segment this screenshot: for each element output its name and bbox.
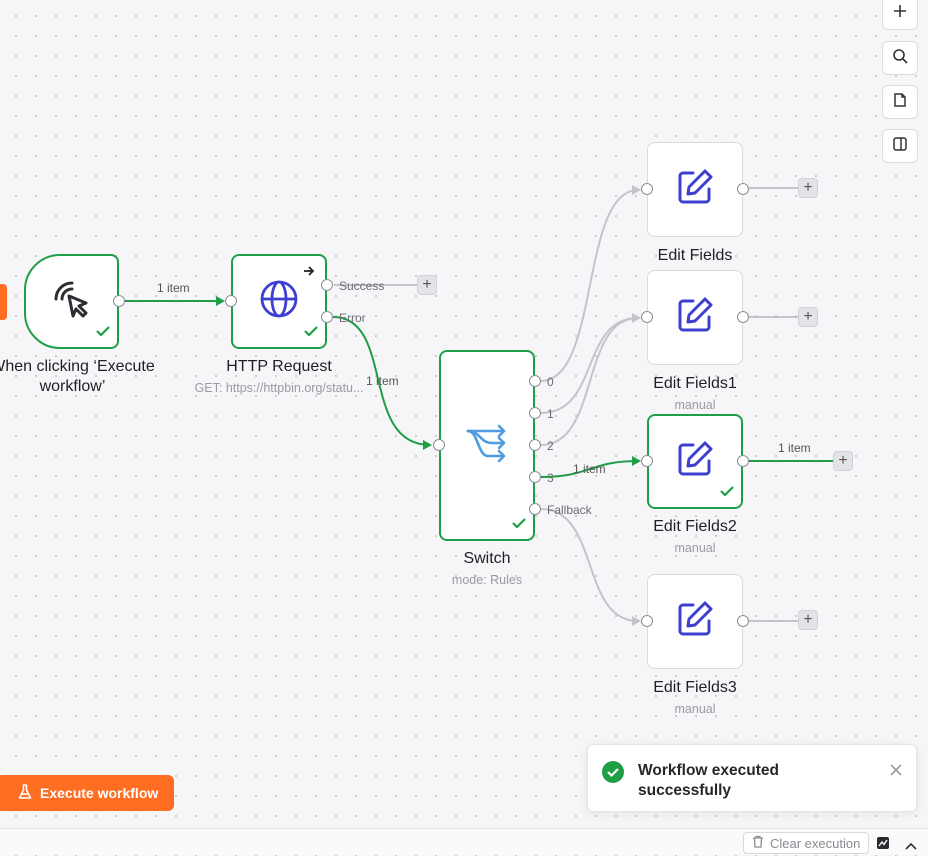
edge-arrow	[423, 440, 432, 450]
edge-arrow	[632, 313, 641, 323]
execute-workflow-button[interactable]: Execute workflow	[0, 775, 175, 811]
switch-output-2-label: 2	[547, 439, 554, 453]
image-export-icon[interactable]	[876, 836, 890, 855]
flask-icon	[18, 783, 32, 803]
trigger-output-handle[interactable]	[113, 295, 125, 307]
edge-arrow	[216, 296, 225, 306]
http-output-error-label: Error	[339, 311, 366, 325]
edit-fields3-output-handle[interactable]	[737, 615, 749, 627]
add-sticky-note-button[interactable]	[882, 85, 918, 119]
edit-fields3-label: Edit Fields3	[653, 679, 737, 696]
toggle-panel-button[interactable]	[882, 129, 918, 163]
add-node-button[interactable]: +	[833, 451, 853, 471]
search-icon	[892, 48, 908, 69]
switch-output-fallback-label: Fallback	[547, 503, 592, 517]
globe-icon	[259, 279, 299, 324]
execute-workflow-label: Execute workflow	[40, 785, 159, 801]
http-error-handle[interactable]	[321, 311, 333, 323]
success-check-icon	[303, 324, 319, 343]
edit-fields3-subtitle: manual	[674, 702, 716, 716]
edge-arrow	[632, 616, 641, 626]
edge-arrow	[632, 185, 641, 195]
switch-output-3-handle[interactable]	[529, 471, 541, 483]
edge-switch-0	[540, 189, 639, 382]
edit-fields2-node[interactable]	[647, 414, 743, 509]
success-check-icon	[719, 484, 735, 503]
edit-fields1-node[interactable]	[647, 270, 743, 365]
switch-output-0-label: 0	[547, 375, 554, 389]
switch-branch-icon	[464, 423, 510, 468]
arrow-right-icon	[303, 264, 315, 282]
edit-fields3-input-handle[interactable]	[641, 615, 653, 627]
trigger-node[interactable]	[24, 254, 119, 349]
add-node-button[interactable]: +	[417, 275, 437, 295]
switch-label: Switch	[463, 550, 511, 567]
switch-output-fallback-handle[interactable]	[529, 503, 541, 515]
success-check-icon	[95, 324, 111, 343]
trash-icon	[752, 835, 764, 851]
edge-switch-1	[540, 317, 639, 414]
cursor-click-icon	[50, 277, 94, 326]
panel-icon	[892, 136, 908, 157]
edge-switch-2	[540, 317, 639, 446]
edit-pen-icon	[675, 167, 715, 212]
edit-fields-output-handle[interactable]	[737, 183, 749, 195]
edit-fields1-subtitle: manual	[674, 398, 716, 412]
switch-output-1-handle[interactable]	[529, 407, 541, 419]
http-request-label: HTTP Request	[226, 358, 332, 375]
edit-fields-node[interactable]	[647, 142, 743, 237]
edit-fields1-output-handle[interactable]	[737, 311, 749, 323]
switch-subtitle: mode: Rules	[451, 573, 523, 587]
clear-execution-button[interactable]: Clear execution	[743, 832, 870, 854]
edge-item-count: 1 item	[366, 374, 399, 388]
switch-input-handle[interactable]	[433, 439, 445, 451]
sticky-note-icon	[892, 92, 908, 113]
close-icon[interactable]	[890, 763, 902, 781]
edge-arrow	[632, 456, 641, 466]
edit-fields1-label: Edit Fields1	[653, 375, 737, 392]
edit-fields-label: Edit Fields	[657, 247, 733, 264]
switch-output-0-handle[interactable]	[529, 375, 541, 387]
http-request-subtitle: GET: https://httpbin.org/statu...	[194, 381, 364, 395]
success-circle-icon	[602, 761, 624, 788]
edit-fields1-input-handle[interactable]	[641, 311, 653, 323]
add-node-button[interactable]: +	[798, 178, 818, 198]
search-nodes-button[interactable]	[882, 41, 918, 75]
http-success-handle[interactable]	[321, 279, 333, 291]
trigger-node-label: When clicking ‘Execute workflow’	[0, 358, 155, 395]
edge-switch-fallback	[540, 508, 639, 622]
switch-output-3-label: 3	[547, 471, 554, 485]
success-check-icon	[511, 516, 527, 535]
http-request-node[interactable]	[231, 254, 327, 349]
toast-message: Workflow executed successfully	[638, 762, 779, 799]
plus-icon	[893, 4, 907, 23]
edge-item-count: 1 item	[573, 462, 606, 476]
edit-fields2-label: Edit Fields2	[653, 518, 737, 535]
switch-node[interactable]	[439, 350, 535, 541]
panel-handle[interactable]	[0, 284, 7, 320]
http-input-handle[interactable]	[225, 295, 237, 307]
clear-execution-label: Clear execution	[770, 835, 861, 851]
edge-item-count: 1 item	[157, 281, 190, 295]
edit-pen-icon	[675, 295, 715, 340]
edit-pen-icon	[675, 599, 715, 644]
edit-fields2-subtitle: manual	[674, 541, 716, 555]
switch-output-1-label: 1	[547, 407, 554, 421]
http-output-success-label: Success	[339, 279, 385, 293]
edit-fields-input-handle[interactable]	[641, 183, 653, 195]
switch-output-2-handle[interactable]	[529, 439, 541, 451]
zoom-in-button[interactable]	[882, 0, 918, 30]
edit-fields2-output-handle[interactable]	[737, 455, 749, 467]
edit-fields2-input-handle[interactable]	[641, 455, 653, 467]
edit-fields3-node[interactable]	[647, 574, 743, 669]
edit-pen-icon	[675, 439, 715, 484]
chevron-up-icon[interactable]	[905, 838, 917, 856]
edge-item-count: 1 item	[778, 441, 811, 455]
success-toast: Workflow executed successfully	[587, 744, 917, 812]
add-node-button[interactable]: +	[798, 610, 818, 630]
add-node-button[interactable]: +	[798, 307, 818, 327]
